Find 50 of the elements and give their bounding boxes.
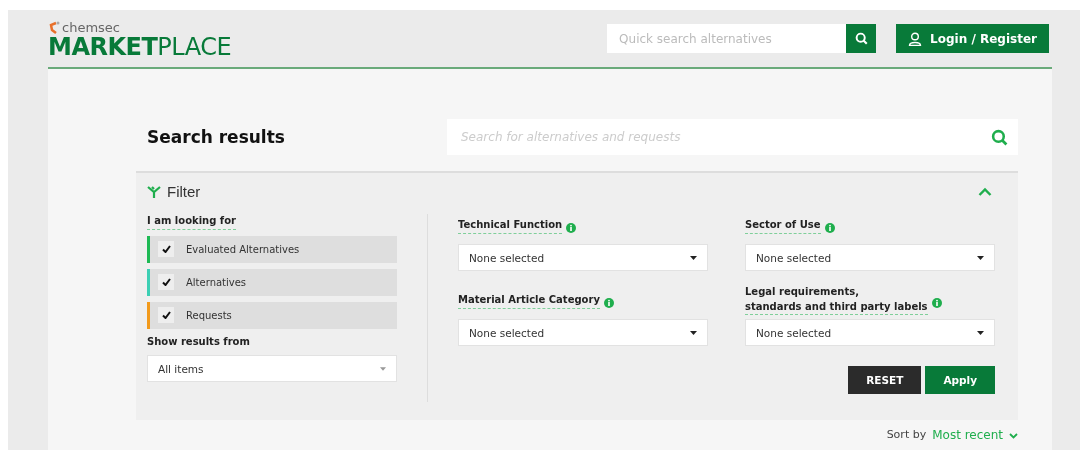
filter-icon [147,185,161,198]
dropdown[interactable]: None selected [458,244,708,271]
user-icon [908,31,923,46]
check-icon [161,278,171,286]
dropdown[interactable]: None selected [745,319,995,346]
dropdown[interactable]: None selected [745,244,995,271]
checkbox[interactable] [158,307,174,323]
type-option[interactable]: Evaluated Alternatives [147,235,397,263]
field-label: Material Article Category [458,293,600,309]
search-button[interactable] [981,119,1018,155]
sort-label: Sort by [886,428,927,442]
type-option[interactable]: Requests [147,301,397,329]
filter-title: Filter [167,183,201,200]
caret-icon [690,330,697,335]
caret-icon [690,255,697,260]
check-icon [161,245,171,253]
caret-icon [380,366,386,371]
quick-search-field[interactable]: Quick search alternatives [607,24,847,53]
search-button[interactable] [846,24,877,53]
search-icon [854,32,868,45]
caret-icon [977,255,984,260]
checkbox[interactable] [158,241,174,257]
field-label: Legal requirements, standards and third party labels [745,285,928,315]
field-label: I am looking for [147,214,236,230]
type-option[interactable]: Alternatives [147,268,397,296]
chevron-down-icon [1009,433,1018,439]
info-icon [603,298,614,308]
info-icon [931,298,942,308]
checkbox[interactable] [158,274,174,290]
field-label: Technical Function [458,218,563,234]
search-icon [991,128,1008,146]
login-button[interactable]: Login / Register [896,24,1049,53]
check-icon [161,311,171,319]
logo-text: chemsec [62,20,120,35]
dropdown[interactable]: None selected [458,319,708,346]
chevron-up-icon[interactable] [978,187,992,196]
logo-icon [48,20,60,35]
option-label: Evaluated Alternatives [186,243,300,255]
page-title: Search results [146,127,286,147]
info-icon [824,223,835,233]
results-select[interactable]: All items [147,355,397,382]
logo-title: MARKETPLACE [48,35,232,59]
field-label: Show results from [147,334,250,349]
caret-icon [977,330,984,335]
field-label: Sector of Use [745,218,821,234]
reset-button[interactable]: RESET [848,366,922,394]
apply-button[interactable]: Apply [925,366,995,394]
info-icon [566,223,577,233]
option-label: Alternatives [186,276,247,288]
option-label: Requests [186,309,232,321]
